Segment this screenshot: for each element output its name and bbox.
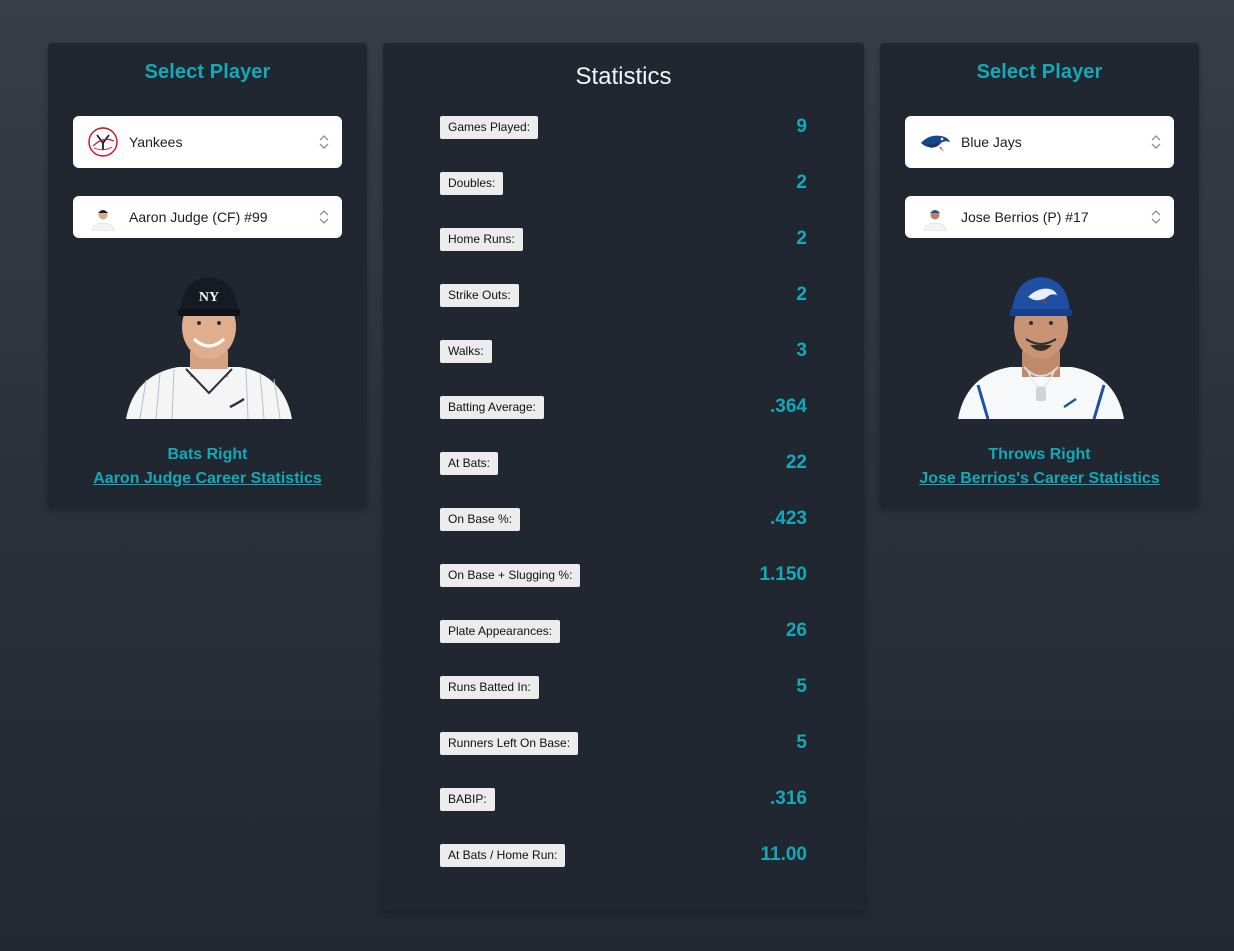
- stat-row: On Base %: .423: [440, 507, 807, 531]
- stat-value: 2: [796, 284, 807, 305]
- blue-jays-logo-icon: [919, 126, 951, 158]
- career-statistics-link[interactable]: Jose Berrios's Career Statistics: [919, 470, 1159, 487]
- stat-value: 11.00: [760, 844, 808, 865]
- stat-label: At Bats:: [440, 451, 499, 475]
- player-thumbnail-icon: [919, 201, 951, 233]
- stat-row: Runs Batted In: 5: [440, 675, 807, 699]
- stat-row: At Bats: 22: [440, 451, 807, 475]
- stat-row: Home Runs: 2: [440, 227, 807, 251]
- stat-value: 5: [796, 676, 807, 697]
- player-thumbnail-icon: [87, 201, 119, 233]
- stat-row: Batting Average: .364: [440, 395, 807, 419]
- stat-row: Runners Left On Base: 5: [440, 731, 807, 755]
- throwing-hand: Throws Right: [988, 446, 1091, 463]
- player-select-value: Jose Berrios (P) #17: [961, 209, 1089, 225]
- stat-row: On Base + Slugging %: 1.150: [440, 563, 807, 587]
- stat-row: Plate Appearances: 26: [440, 619, 807, 643]
- stat-label: On Base + Slugging %:: [440, 563, 581, 587]
- stat-label: Games Played:: [440, 115, 539, 139]
- stat-value: .364: [770, 396, 807, 417]
- left-player-panel: Select Player Yankees Aaron Judge (CF) #…: [48, 43, 367, 508]
- panel-title: Select Player: [976, 61, 1103, 83]
- stat-row: Walks: 3: [440, 339, 807, 363]
- career-statistics-link[interactable]: Aaron Judge Career Statistics: [93, 470, 322, 487]
- stat-row: Games Played: 9: [440, 115, 807, 139]
- batting-hand: Bats Right: [167, 446, 248, 463]
- stat-label: On Base %:: [440, 507, 521, 531]
- stat-value: 2: [796, 172, 807, 193]
- stat-value: .316: [770, 788, 807, 809]
- stat-value: 1.150: [759, 564, 807, 585]
- player-portrait: NY: [126, 275, 292, 420]
- chevron-up-down-icon: [1150, 209, 1162, 225]
- stat-label: Batting Average:: [440, 395, 544, 419]
- yankees-logo-icon: [87, 126, 119, 158]
- stat-label: Walks:: [440, 339, 492, 363]
- team-select-value: Blue Jays: [961, 134, 1022, 150]
- stat-row: BABIP: .316: [440, 787, 807, 811]
- svg-text:NY: NY: [199, 290, 219, 305]
- player-select-value: Aaron Judge (CF) #99: [129, 209, 268, 225]
- stat-value: 26: [785, 620, 807, 641]
- player-portrait: [958, 275, 1124, 420]
- stat-value: 22: [785, 452, 807, 473]
- panel-title: Select Player: [144, 61, 271, 83]
- stat-value: 2: [796, 228, 807, 249]
- statistics-title: Statistics: [575, 63, 672, 90]
- team-select[interactable]: Yankees: [73, 116, 342, 168]
- stat-label: Plate Appearances:: [440, 619, 561, 643]
- chevron-up-down-icon: [318, 209, 330, 225]
- stat-row: Doubles: 2: [440, 171, 807, 195]
- stat-label: Runners Left On Base:: [440, 731, 579, 755]
- stat-value: 3: [796, 340, 807, 361]
- stat-value: .423: [770, 508, 807, 529]
- stat-value: 5: [796, 732, 807, 753]
- career-link-row: Jose Berrios's Career Statistics: [880, 470, 1199, 488]
- stat-row: At Bats / Home Run: 11.00: [440, 843, 807, 867]
- stat-label: Home Runs:: [440, 227, 523, 251]
- chevron-up-down-icon: [1150, 134, 1162, 150]
- stat-row: Strike Outs: 2: [440, 283, 807, 307]
- career-link-row: Aaron Judge Career Statistics: [48, 470, 367, 488]
- team-select-value: Yankees: [129, 134, 183, 150]
- stat-label: Doubles:: [440, 171, 504, 195]
- team-select[interactable]: Blue Jays: [905, 116, 1174, 168]
- player-select[interactable]: Aaron Judge (CF) #99: [73, 196, 342, 238]
- player-select[interactable]: Jose Berrios (P) #17: [905, 196, 1174, 238]
- stat-label: BABIP:: [440, 787, 495, 811]
- stat-label: Strike Outs:: [440, 283, 519, 307]
- stat-label: At Bats / Home Run:: [440, 843, 566, 867]
- statistics-panel: Statistics Games Played: 9 Doubles: 2 Home R…: [383, 43, 864, 910]
- stat-label: Runs Batted In:: [440, 675, 539, 699]
- chevron-up-down-icon: [318, 134, 330, 150]
- right-player-panel: Select Player Blue Jays Jose Berrios (P)…: [880, 43, 1199, 508]
- stat-value: 9: [796, 116, 807, 137]
